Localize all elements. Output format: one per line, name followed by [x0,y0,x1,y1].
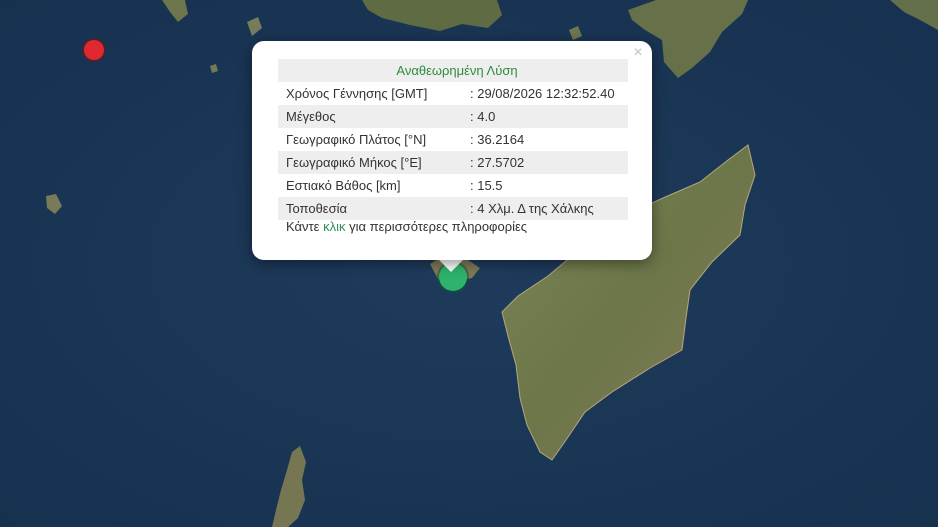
popup-title-row: Αναθεωρημένη Λύση [278,59,628,82]
magnitude-value: : 4.0 [462,105,628,128]
table-row: Γεωγραφικό Πλάτος [°N] : 36.2164 [278,128,628,151]
more-info-link[interactable]: κλικ [323,219,345,234]
popup-tip [438,259,464,272]
table-row: Χρόνος Γέννησης [GMT] : 29/08/2026 12:32… [278,82,628,105]
popup-title: Αναθεωρημένη Λύση [278,59,628,82]
magnitude-label: Μέγεθος [278,105,462,128]
table-row: Μέγεθος : 4.0 [278,105,628,128]
table-row: Εστιακό Βάθος [km] : 15.5 [278,174,628,197]
latitude-value: : 36.2164 [470,132,525,147]
depth-value: : 15.5 [470,178,503,193]
close-icon[interactable]: × [630,45,646,61]
latitude-label: Γεωγραφικό Πλάτος [°N] [286,132,427,147]
longitude-label: Γεωγραφικό Μήκος [°E] [278,151,462,174]
table-row: Τοποθεσία : 4 Χλμ. Δ της Χάλκης [278,197,628,220]
depth-label: Εστιακό Βάθος [km] [286,178,401,193]
more-info-prefix: Κάντε [286,219,324,234]
origin-time-value: : 29/08/2026 12:32:52.40 [470,86,615,101]
origin-time-label: Χρόνος Γέννησης [GMT] [286,86,428,101]
more-info-suffix: για περισσότερες πληροφορίες [345,219,528,234]
more-info-text: Κάντε κλικ για περισσότερες πληροφορίες [286,219,527,234]
earthquake-details-table: Αναθεωρημένη Λύση Χρόνος Γέννησης [GMT] … [278,59,628,220]
table-row: Γεωγραφικό Μήκος [°E] : 27.5702 [278,151,628,174]
earthquake-popup: × Αναθεωρημένη Λύση Χρόνος Γέννησης [GMT… [252,41,652,260]
longitude-value: : 27.5702 [462,151,628,174]
location-label: Τοποθεσία [278,197,462,220]
map-view[interactable]: × Αναθεωρημένη Λύση Χρόνος Γέννησης [GMT… [0,0,938,527]
red-earthquake-marker[interactable] [84,40,104,60]
location-value: : 4 Χλμ. Δ της Χάλκης [462,197,628,220]
